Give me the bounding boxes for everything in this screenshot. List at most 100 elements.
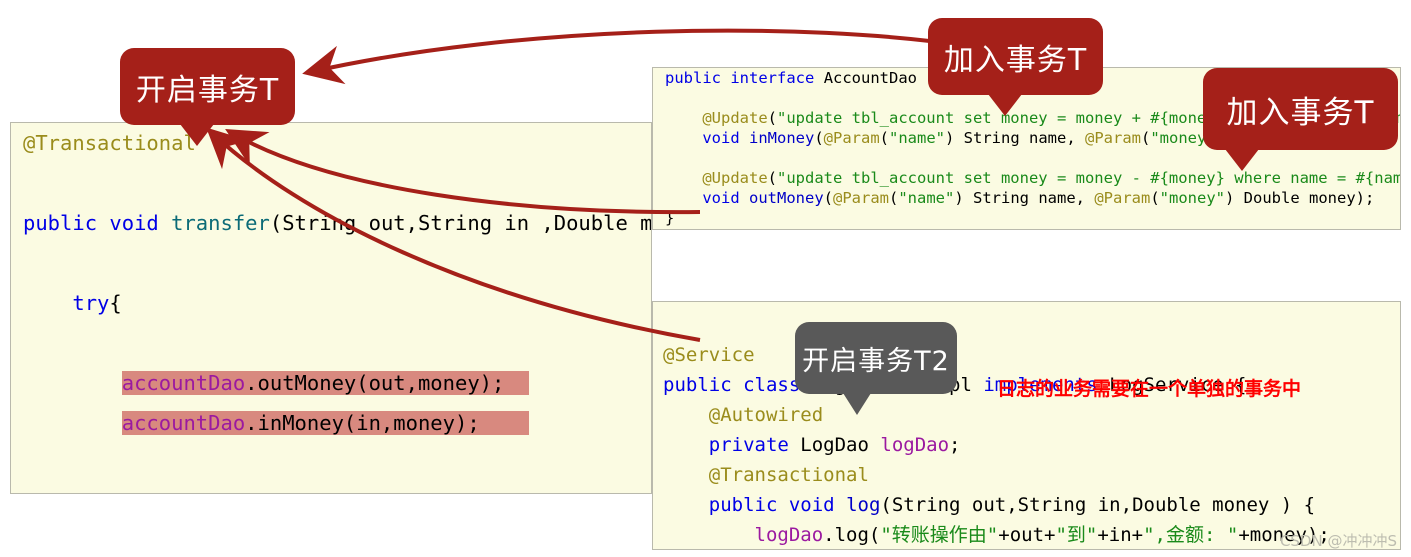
code-token: inMoney (749, 129, 815, 147)
code-token: @Update (702, 109, 768, 127)
code-token: ( (1150, 189, 1160, 207)
code-token: "到" (1055, 524, 1098, 546)
code-token: public (665, 69, 721, 87)
code-token: interface (730, 69, 815, 87)
diagram-canvas: @Transactional public void transfer(Stri… (0, 0, 1411, 557)
code-token: @Param (1085, 129, 1141, 147)
code-token: finally (85, 491, 171, 493)
code-token: } (23, 491, 84, 493)
code-token: ) Double money); (1225, 189, 1375, 207)
code-token: accountDao (121, 411, 246, 435)
callout-start-transaction-t2[interactable]: 开启事务T2 (795, 322, 957, 415)
callout-join-transaction-t-2[interactable]: 加入事务T (1203, 68, 1398, 171)
code-token: @Param (833, 189, 889, 207)
code-token: "转账操作由" (880, 524, 999, 546)
code-token: void (702, 129, 740, 147)
code-token: "update tbl_account set money = money - … (777, 169, 1401, 187)
log-transaction-note: 日志的业务需要在一个单独的事务中 (997, 378, 1302, 400)
callout-label: 加入事务T (943, 42, 1088, 78)
code-panel-transfer: @Transactional public void transfer(Stri… (10, 122, 652, 494)
arrow-dao-to-start (302, 28, 976, 85)
code-token: +out+ (998, 524, 1056, 546)
code-line: accountDao.outMoney(out,money); (11, 363, 651, 403)
code-line: @Transactional (11, 123, 651, 163)
code-line: void outMoney(@Param("name") String name… (653, 188, 1400, 208)
callout-label: 开启事务T (135, 72, 280, 108)
code-token: transfer (171, 211, 270, 235)
callout-label: 加入事务T (1226, 94, 1375, 131)
callout-join-transaction-t-1[interactable]: 加入事务T (928, 18, 1103, 116)
code-line: @Transactional (653, 460, 1400, 490)
code-line: try{ (11, 283, 651, 323)
code-line: @Autowired (653, 400, 1400, 430)
code-token: logDao (754, 524, 824, 546)
code-token: AccountDao (823, 69, 918, 87)
code-token: ( (814, 129, 824, 147)
code-token: public (708, 494, 778, 516)
code-token: { (171, 491, 195, 493)
code-line: private LogDao logDao; (653, 430, 1400, 460)
code-line: @Service (653, 340, 1400, 370)
code-token: ( (889, 189, 899, 207)
code-token: @Autowired (708, 404, 824, 426)
code-token: LogDao (800, 434, 869, 456)
code-token: public (663, 374, 732, 396)
callout-start-transaction-t[interactable]: 开启事务T (120, 48, 295, 146)
code-token: logDao (880, 434, 950, 456)
code-token: (String out,String in ,Double mo (269, 211, 652, 235)
code-token: @Transactional (708, 464, 869, 486)
callout-tail (988, 94, 1022, 116)
code-token: "name" (898, 189, 955, 207)
code-token: class (743, 374, 801, 396)
code-token: ",金额: " (1143, 524, 1239, 546)
code-token: ( (823, 189, 833, 207)
code-token: try (72, 291, 110, 315)
callout-tail (1225, 149, 1259, 171)
code-token: @Transactional (23, 131, 196, 155)
code-token: ( (767, 169, 777, 187)
code-token: private (708, 434, 789, 456)
code-token: public (23, 211, 98, 235)
code-token: @Param (1094, 189, 1151, 207)
code-token: "money" (1159, 189, 1225, 207)
code-line: accountDao.inMoney(in,money); (11, 403, 651, 443)
code-line: @Update("update tbl_account set money = … (653, 168, 1400, 188)
code-token: accountDao (121, 371, 246, 395)
code-token: .outMoney(out,money); (245, 371, 530, 395)
code-token: ) String name, (945, 129, 1085, 147)
callout-tail (843, 393, 871, 415)
code-token: (String out,String in,Double money ) { (880, 494, 1316, 516)
code-line: } (653, 208, 1400, 228)
code-token: .inMoney(in,money); (245, 411, 530, 435)
code-token: @Service (663, 344, 755, 366)
code-token: void (109, 211, 159, 235)
code-token: ( (1141, 129, 1151, 147)
callout-tail (180, 124, 214, 146)
code-token: "name" (889, 129, 946, 147)
